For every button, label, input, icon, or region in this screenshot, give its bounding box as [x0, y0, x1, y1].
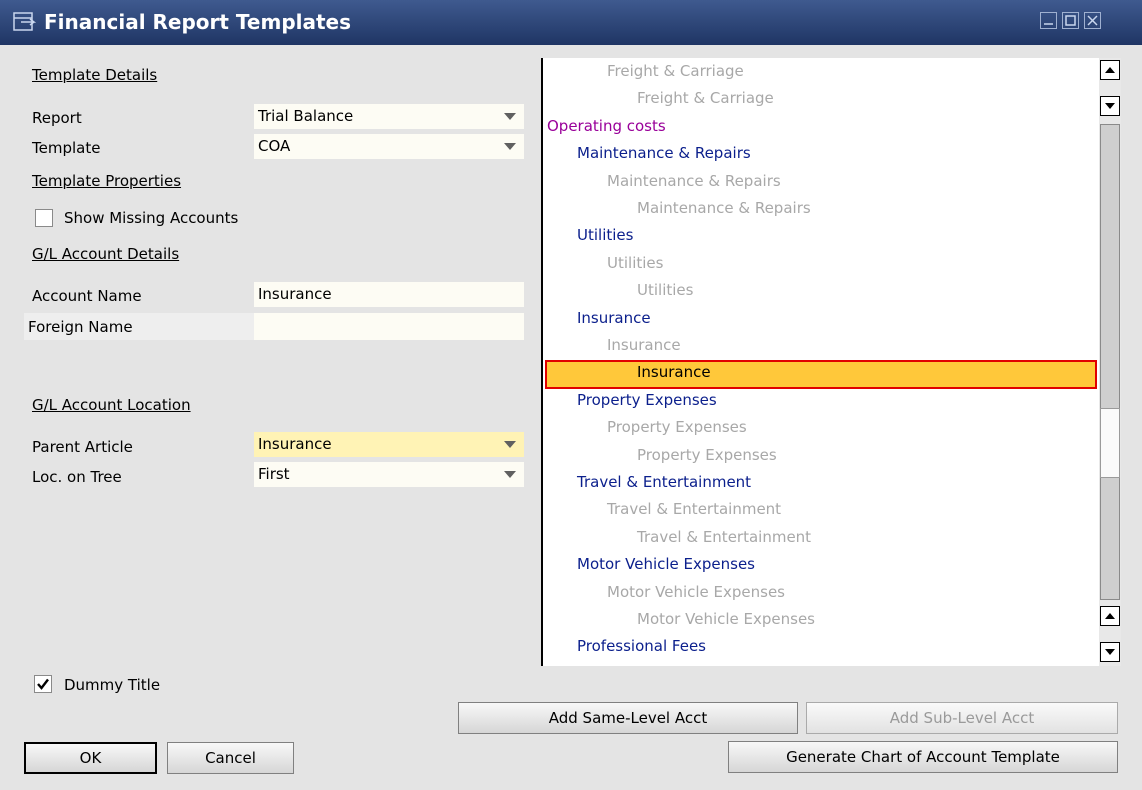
- account-name-label: Account Name: [32, 287, 142, 305]
- maximize-icon: [1065, 15, 1076, 26]
- minimize-button[interactable]: [1040, 12, 1057, 29]
- tree-node-level-3[interactable]: Travel & Entertainment: [637, 528, 811, 546]
- title-bar[interactable]: Financial Report Templates: [0, 0, 1142, 45]
- scroll-down-button[interactable]: [1100, 642, 1120, 662]
- tree-node-level-1[interactable]: Professional Fees: [577, 637, 706, 655]
- tree-node-level-3[interactable]: Insurance: [637, 363, 711, 381]
- chevron-down-icon[interactable]: [504, 471, 516, 478]
- tree-node-level-2[interactable]: Utilities: [607, 254, 663, 272]
- cancel-button[interactable]: Cancel: [167, 742, 294, 774]
- tree-node-level-3[interactable]: Utilities: [637, 281, 693, 299]
- parent-article-dropdown[interactable]: Insurance: [254, 432, 524, 457]
- tree-node-level-1[interactable]: Utilities: [577, 226, 633, 244]
- template-value: COA: [258, 137, 291, 155]
- arrow-down-icon: [1105, 649, 1115, 655]
- arrow-up-icon: [1105, 613, 1115, 619]
- template-label: Template: [32, 139, 101, 157]
- financial-report-templates-window: Financial Report Templates Template Deta…: [0, 0, 1142, 790]
- account-tree[interactable]: Freight & Carriage Freight & Carriage Oper…: [541, 58, 1101, 666]
- tree-node-level-3[interactable]: Maintenance & Repairs: [637, 199, 811, 217]
- parent-article-value: Insurance: [258, 435, 332, 453]
- tree-node-level-2[interactable]: Travel & Entertainment: [607, 500, 781, 518]
- loc-on-tree-value: First: [258, 465, 290, 483]
- page-up-button[interactable]: [1100, 606, 1120, 626]
- dummy-title-label: Dummy Title: [64, 676, 161, 694]
- arrow-up-icon: [1105, 67, 1115, 73]
- tree-node-level-2[interactable]: Maintenance & Repairs: [607, 172, 781, 190]
- scroll-up-button[interactable]: [1100, 60, 1120, 80]
- tree-node-level-3[interactable]: Property Expenses: [637, 446, 777, 464]
- scroll-track[interactable]: [1100, 124, 1120, 600]
- report-dropdown[interactable]: Trial Balance: [254, 104, 524, 129]
- close-button[interactable]: [1084, 12, 1101, 29]
- tree-node-level-1[interactable]: Insurance: [577, 309, 651, 327]
- tree-node-level-2[interactable]: Insurance: [607, 336, 681, 354]
- report-label: Report: [32, 109, 82, 127]
- account-name-value: Insurance: [258, 285, 332, 303]
- foreign-name-input[interactable]: [254, 313, 524, 340]
- window-title: Financial Report Templates: [44, 10, 352, 34]
- dummy-title-checkbox[interactable]: [34, 675, 52, 693]
- show-missing-accounts-checkbox[interactable]: [35, 209, 53, 227]
- foreign-name-label: Foreign Name: [28, 318, 133, 336]
- tree-node-level-2[interactable]: Freight & Carriage: [607, 62, 744, 80]
- generate-coa-template-button[interactable]: Generate Chart of Account Template: [728, 741, 1118, 773]
- close-icon: [1087, 15, 1098, 26]
- tree-node-level-3[interactable]: Motor Vehicle Expenses: [637, 610, 815, 628]
- loc-on-tree-dropdown[interactable]: First: [254, 462, 524, 487]
- tree-node-level-1[interactable]: Property Expenses: [577, 391, 717, 409]
- tree-selection-highlight[interactable]: [545, 360, 1097, 390]
- chevron-down-icon[interactable]: [504, 441, 516, 448]
- checkmark-icon: [37, 678, 49, 690]
- minimize-icon: [1044, 23, 1053, 25]
- tree-node-level-1[interactable]: Travel & Entertainment: [577, 473, 751, 491]
- ok-button[interactable]: OK: [24, 742, 157, 774]
- tree-node-level-0[interactable]: Operating costs: [547, 117, 666, 135]
- template-details-header: Template Details: [32, 66, 158, 84]
- parent-article-label: Parent Article: [32, 438, 133, 456]
- loc-on-tree-label: Loc. on Tree: [32, 468, 122, 486]
- page-down-button[interactable]: [1100, 96, 1120, 116]
- report-value: Trial Balance: [258, 107, 354, 125]
- window-form-icon: [13, 12, 36, 31]
- chevron-down-icon[interactable]: [504, 143, 516, 150]
- chevron-down-icon[interactable]: [504, 113, 516, 120]
- template-dropdown[interactable]: COA: [254, 134, 524, 159]
- gl-account-details-header: G/L Account Details: [32, 245, 180, 263]
- tree-node-level-1[interactable]: Maintenance & Repairs: [577, 144, 751, 162]
- tree-node-level-1[interactable]: Motor Vehicle Expenses: [577, 555, 755, 573]
- template-properties-header: Template Properties: [32, 172, 182, 190]
- account-name-input[interactable]: Insurance: [254, 282, 524, 307]
- scroll-thumb[interactable]: [1100, 408, 1120, 478]
- add-same-level-acct-button[interactable]: Add Same-Level Acct: [458, 702, 798, 734]
- tree-scrollbar[interactable]: [1099, 58, 1121, 666]
- gl-account-location-header: G/L Account Location: [32, 396, 191, 414]
- show-missing-accounts-label: Show Missing Accounts: [64, 209, 239, 227]
- tree-node-level-2[interactable]: Motor Vehicle Expenses: [607, 583, 785, 601]
- add-sub-level-acct-button[interactable]: Add Sub-Level Acct: [806, 702, 1118, 734]
- tree-node-level-2[interactable]: Property Expenses: [607, 418, 747, 436]
- arrow-down-icon: [1105, 103, 1115, 109]
- maximize-button[interactable]: [1062, 12, 1079, 29]
- tree-node-level-3[interactable]: Freight & Carriage: [637, 89, 774, 107]
